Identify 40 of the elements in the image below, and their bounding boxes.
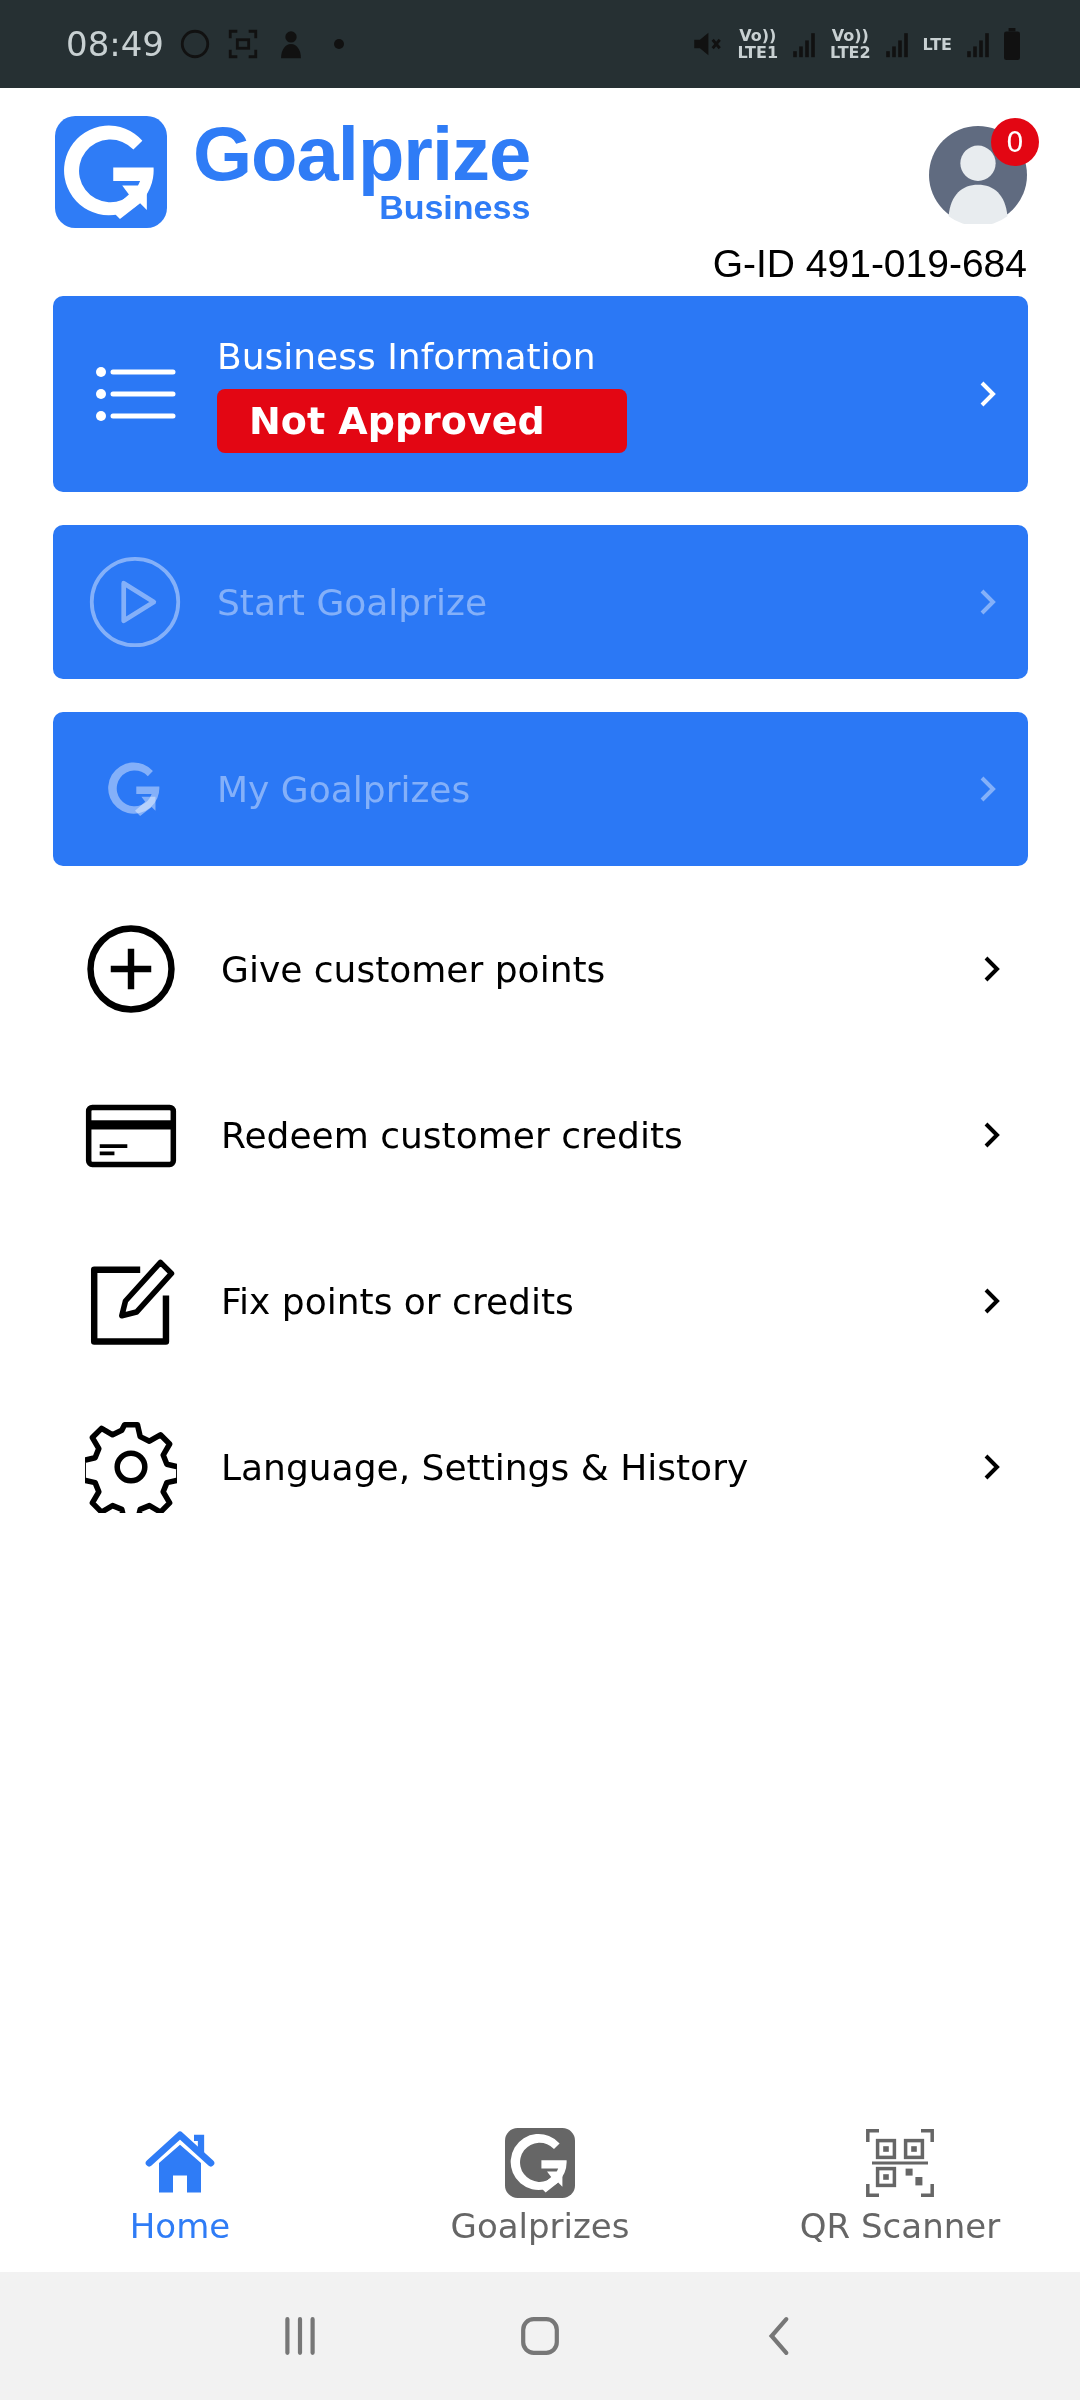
notification-badge: 0	[991, 118, 1039, 166]
chevron-icon	[982, 1286, 1002, 1316]
plus-circle-icon	[85, 923, 177, 1015]
menu-label: Give customer points	[221, 948, 607, 990]
network-label: Vo)) LTE1	[737, 27, 779, 61]
chevron-icon	[978, 379, 998, 409]
menu-label: Redeem customer credits	[221, 1114, 684, 1156]
card-title: Start Goalprize	[217, 581, 488, 623]
nav-tab[interactable]: Home	[0, 2128, 360, 2246]
screenshot-icon	[226, 27, 260, 61]
nav-tab[interactable]: QR Scanner	[720, 2128, 1080, 2246]
card-title: Business Information	[217, 335, 596, 377]
battery-icon	[1004, 28, 1020, 60]
goalprize-icon	[505, 2128, 575, 2198]
menu-card[interactable]: Business Information Not Approved	[53, 296, 1028, 492]
network-label: LTE	[922, 35, 952, 53]
status-time: 08:49	[66, 24, 164, 64]
menu-label: Language, Settings & History	[221, 1446, 750, 1488]
status-badge: Not Approved	[217, 388, 627, 453]
chevron-icon	[978, 774, 998, 804]
chevron-icon	[978, 587, 998, 617]
home-button-icon[interactable]	[519, 2315, 561, 2357]
menu-label: Fix points or credits	[221, 1280, 575, 1322]
menu-item[interactable]: Language, Settings & History	[53, 1384, 1028, 1550]
settings-icon	[85, 1421, 177, 1513]
business-id: G-ID 491-019-684	[711, 242, 1027, 286]
chevron-icon	[982, 1120, 1002, 1150]
menu-item[interactable]: Give customer points	[53, 886, 1028, 1052]
list-icon	[94, 364, 176, 424]
logo-icon	[55, 116, 167, 228]
chevron-icon	[982, 954, 1002, 984]
card-title: My Goalprizes	[217, 768, 471, 810]
menu-item[interactable]: Redeem customer credits	[53, 1052, 1028, 1218]
chevron-icon	[982, 1452, 1002, 1482]
menu-item[interactable]: Fix points or credits	[53, 1218, 1028, 1384]
network-label: Vo)) LTE2	[830, 27, 871, 61]
play-icon	[88, 555, 182, 649]
qr-code-icon	[865, 2128, 935, 2198]
notification-dot	[334, 39, 344, 49]
nav-tab[interactable]: Goalprizes	[360, 2128, 720, 2246]
